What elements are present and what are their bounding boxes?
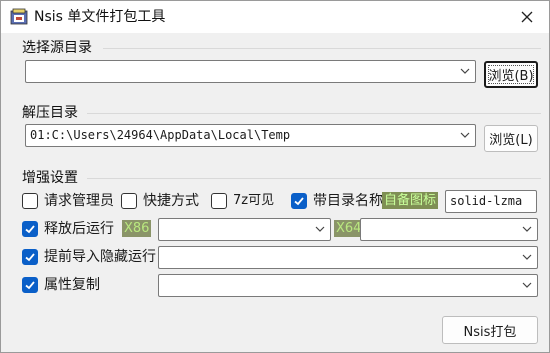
chevron-down-icon (315, 226, 325, 232)
checkmark-icon (25, 253, 35, 262)
browse-extract-button[interactable]: 浏览(L) (484, 125, 538, 152)
checkbox-box[interactable] (291, 193, 307, 209)
checkmark-icon (294, 197, 304, 206)
attr-copy-checkbox[interactable]: 属性复制 (22, 276, 100, 294)
visible-7z-checkbox[interactable]: 7z可见 (211, 192, 274, 210)
checkbox-box[interactable] (22, 221, 38, 237)
checkbox-box[interactable] (22, 277, 38, 293)
checkbox-box[interactable] (22, 193, 38, 209)
with-dir-name-label: 带目录名称 (313, 193, 383, 209)
extract-path-value: 01:C:\Users\24964\AppData\Local\Temp (30, 128, 291, 142)
pack-button[interactable]: Nsis打包 (442, 316, 538, 344)
request-admin-checkbox[interactable]: 请求管理员 (22, 192, 114, 210)
with-dir-name-checkbox[interactable]: 带目录名称 (291, 192, 383, 210)
attr-copy-label: 属性复制 (44, 277, 100, 293)
shortcut-checkbox[interactable]: 快捷方式 (121, 192, 199, 210)
compression-value: solid-lzma (450, 194, 523, 208)
chevron-down-icon (522, 226, 532, 232)
custom-icon-tag[interactable]: 自备图标 (382, 192, 439, 209)
window-title: Nsis 单文件打包工具 (34, 9, 166, 25)
pre-import-hidden-label: 提前导入隐藏运行 (44, 249, 156, 265)
pre-import-hidden-checkbox[interactable]: 提前导入隐藏运行 (22, 248, 156, 266)
extract-group-label: 解压目录 (22, 105, 78, 121)
pre-import-combo[interactable] (158, 246, 538, 269)
x86-tag: X86 (122, 220, 152, 237)
run-after-release-label: 释放后运行 (44, 221, 114, 237)
chevron-down-icon (460, 132, 470, 138)
options-group-divider (87, 178, 541, 179)
browse-source-button[interactable]: 浏览(B) (484, 61, 538, 88)
visible-7z-label: 7z可见 (233, 193, 275, 208)
compression-combo[interactable]: solid-lzma (445, 190, 537, 213)
checkbox-box[interactable] (211, 193, 227, 209)
x64-program-combo[interactable] (360, 218, 538, 241)
run-after-release-checkbox[interactable]: 释放后运行 (22, 220, 114, 238)
chevron-down-icon (522, 282, 532, 288)
request-admin-label: 请求管理员 (44, 193, 114, 209)
source-group-label: 选择源目录 (22, 40, 92, 56)
chevron-down-icon (460, 68, 470, 74)
x86-program-combo[interactable] (158, 218, 331, 241)
close-icon (521, 11, 533, 23)
installer-app-icon (10, 8, 28, 25)
checkmark-icon (25, 225, 35, 234)
chevron-down-icon (522, 254, 532, 260)
checkbox-box[interactable] (22, 249, 38, 265)
title-bar[interactable]: Nsis 单文件打包工具 (1, 1, 549, 33)
checkmark-icon (25, 281, 35, 290)
source-path-combo[interactable] (25, 60, 476, 83)
checkbox-box[interactable] (121, 193, 137, 209)
attr-copy-combo[interactable] (158, 274, 538, 297)
shortcut-label: 快捷方式 (143, 193, 199, 209)
options-group-label: 增强设置 (22, 170, 78, 186)
source-group-divider (103, 48, 541, 49)
extract-group-divider (87, 113, 541, 114)
close-button[interactable] (513, 4, 541, 30)
app-window: Nsis 单文件打包工具 选择源目录 浏览(B) 解压目录 01:C:\User… (0, 0, 550, 353)
extract-path-combo[interactable]: 01:C:\Users\24964\AppData\Local\Temp (25, 124, 476, 147)
